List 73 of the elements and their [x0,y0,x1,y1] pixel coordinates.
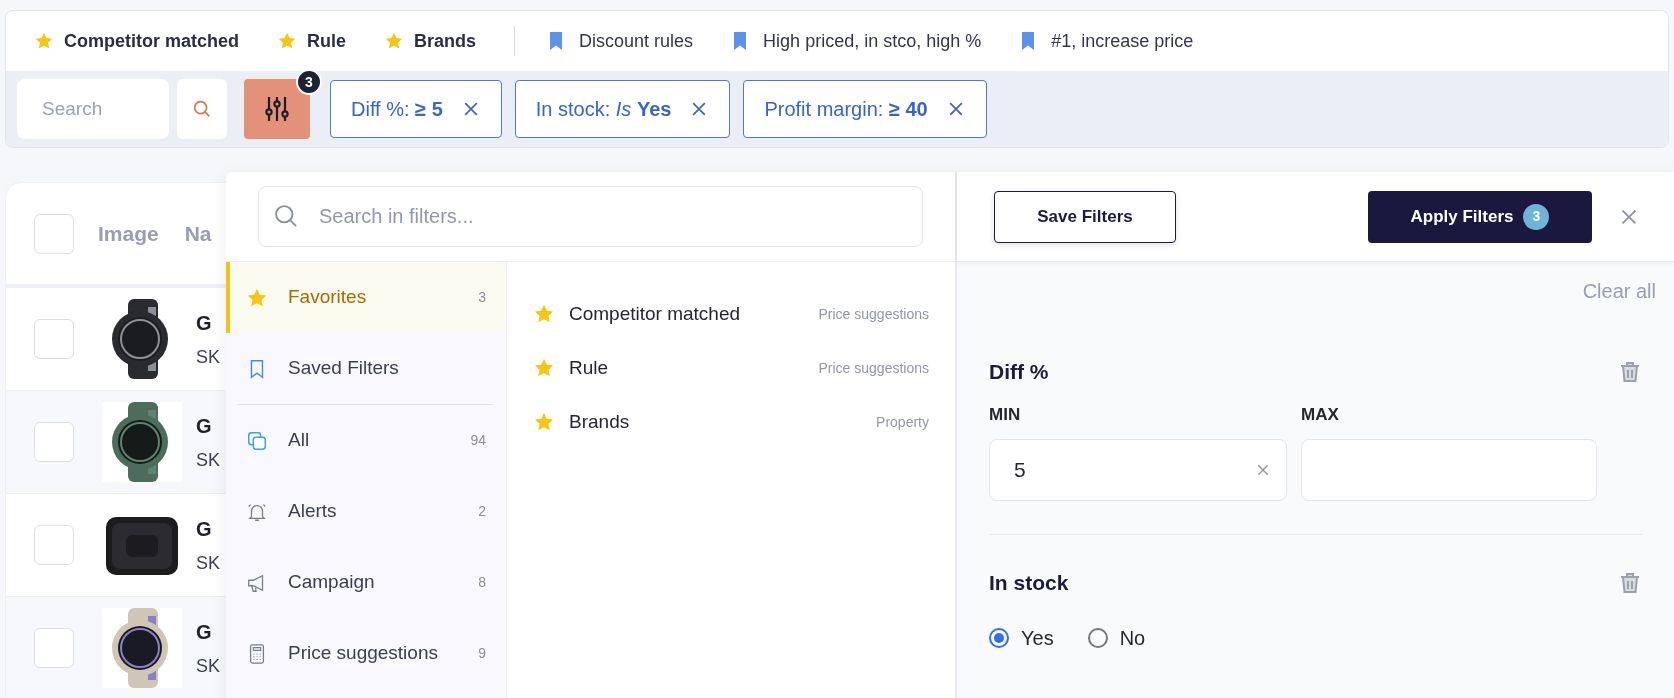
star-icon [34,31,54,51]
count-label: 94 [470,431,486,450]
filter-category[interactable]: Alerts 2 [226,476,506,547]
count-label: 9 [478,644,486,663]
apply-filters-button[interactable]: Apply Filters 3 [1368,190,1592,243]
filter-search-field[interactable]: Search in filters... [258,186,923,247]
favorite-filter-item[interactable]: Rule Price suggestions [533,341,929,395]
filter-category[interactable]: Price suggestions 9 [226,618,506,689]
favorite-filter-link[interactable]: High priced, in stco, high % [763,27,982,55]
filter-category[interactable]: All 94 [226,405,506,476]
search-button[interactable] [177,79,227,139]
trash-icon [1618,570,1642,595]
product-name: G [196,310,213,336]
search-field[interactable]: Search [17,79,169,139]
favorite-filter-link[interactable]: Rule [307,27,347,55]
count-label: 8 [478,573,486,592]
star-icon [533,357,555,379]
filter-title: Diff % [989,359,1049,385]
favorite-filter-link[interactable]: #1, increase price [1051,27,1194,55]
filter-category[interactable]: Campaign 8 [226,547,506,618]
delete-button[interactable] [1618,570,1642,595]
checkbox[interactable] [34,525,74,565]
search-icon [272,202,300,230]
filter-category[interactable]: Favorites 3 [226,262,506,333]
sliders-icon [262,94,292,124]
product-name: G [196,413,213,439]
product-sku: SK [196,448,220,472]
number-field[interactable]: 5 [989,439,1287,501]
filter-chip[interactable]: Profit margin: ≥ 40 [743,80,987,138]
product-name: G [196,516,213,542]
copy-icon [246,429,268,452]
category-label: Price suggestions [818,358,929,378]
star-icon [277,31,298,51]
column-header: Image [98,220,159,247]
favorite-filter-item[interactable]: Brands Property [533,395,929,449]
star-icon [533,303,555,325]
field-label: MAX [1301,403,1340,426]
count-label: 3 [478,288,486,307]
filter-chip[interactable]: In stock: Is Yes [514,80,731,138]
star-icon [384,31,405,51]
checkbox[interactable] [34,213,74,254]
category-label: Property [876,412,929,432]
radio-button[interactable] [989,627,1009,648]
search-icon [191,98,213,120]
save-filters-button[interactable]: Save Filters [994,190,1176,243]
column-header: Na [184,220,212,247]
favorite-filter-link[interactable]: Brands [414,27,477,55]
checkbox[interactable] [34,628,74,668]
option-label: No [1119,625,1146,651]
count-badge: 3 [1523,203,1550,230]
trash-icon [1618,359,1642,384]
field-label: MIN [989,403,1022,426]
checkbox[interactable] [34,422,74,462]
number-field[interactable] [1301,439,1597,501]
option-label: Yes [1021,625,1054,651]
count-badge: 3 [296,69,322,95]
favorite-filter-link[interactable]: Competitor matched [64,27,240,55]
category-label: Price suggestions [818,304,929,324]
favorite-filter-link[interactable]: Discount rules [579,27,694,55]
product-sku: SK [196,345,220,369]
star-icon [533,411,555,433]
radio-button[interactable] [1087,627,1108,648]
count-label: 2 [478,502,486,521]
filter-category[interactable]: Saved Filters [226,333,506,404]
product-sku: SK [196,654,220,678]
filter-chip[interactable]: Diff %: ≥ 5 [330,80,502,138]
close-icon [1255,462,1271,478]
delete-button[interactable] [1618,359,1642,384]
favorite-filter-item[interactable]: Competitor matched Price suggestions [533,287,929,341]
product-name: G [196,619,213,645]
checkbox[interactable] [34,319,74,359]
product-sku: SK [196,551,220,575]
filter-title: In stock [989,570,1069,596]
